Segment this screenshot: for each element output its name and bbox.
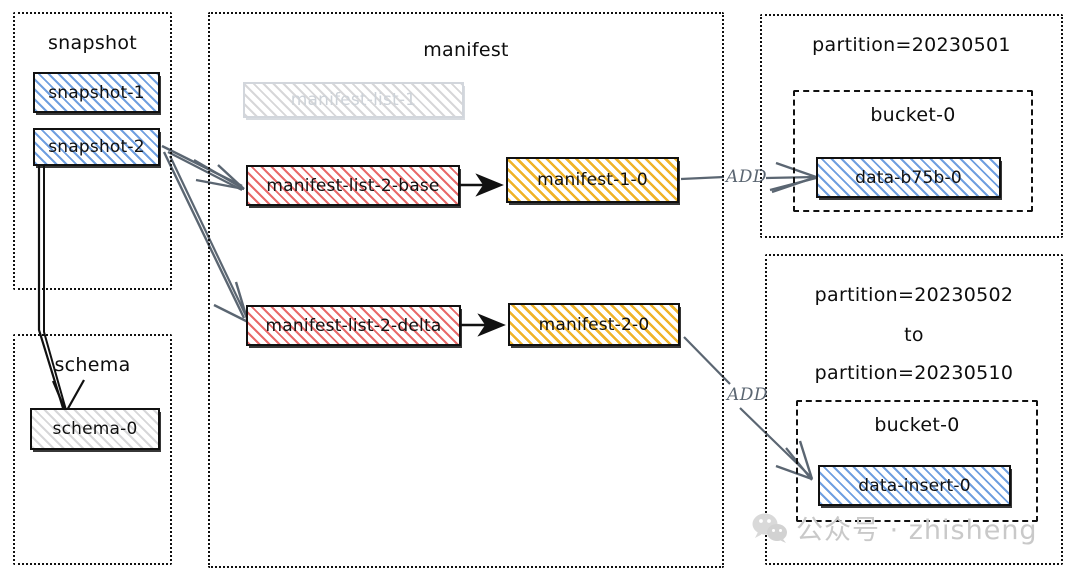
node-schema-0-label: schema-0 — [52, 419, 138, 439]
group-bucket-0-top-title: bucket-0 — [870, 104, 956, 126]
group-partition-2-title-line3: partition=20230510 — [814, 362, 1014, 384]
group-schema-title: schema — [54, 354, 131, 376]
node-manifest-list-1-label: manifest-list-1 — [290, 90, 417, 110]
wechat-icon — [752, 513, 787, 543]
node-snapshot-2-label: snapshot-2 — [48, 137, 145, 157]
watermark-text: 公众号 · zhisheng — [796, 515, 1038, 546]
group-bucket-0-bottom-title: bucket-0 — [874, 414, 960, 436]
edge-label-add-bottom: ADD — [727, 385, 769, 405]
node-manifest-list-2-base[interactable]: manifest-list-2-base — [246, 165, 460, 206]
group-manifest-title: manifest — [423, 39, 509, 61]
node-snapshot-1[interactable]: snapshot-1 — [33, 72, 160, 113]
node-manifest-list-2-base-label: manifest-list-2-base — [266, 175, 440, 196]
node-manifest-1-0-label: manifest-1-0 — [537, 170, 648, 190]
node-snapshot-2[interactable]: snapshot-2 — [33, 128, 160, 166]
watermark: 公众号 · zhisheng — [752, 508, 1038, 547]
node-manifest-list-2-delta[interactable]: manifest-list-2-delta — [246, 305, 461, 346]
diagram-canvas: snapshot snapshot-1 snapshot-2 schema sc… — [0, 0, 1080, 577]
node-manifest-list-2-delta-label: manifest-list-2-delta — [265, 315, 442, 336]
node-data-insert-0[interactable]: data-insert-0 — [818, 465, 1011, 506]
group-partition-2-title-line1: partition=20230502 — [814, 284, 1014, 306]
node-data-insert-0-label: data-insert-0 — [858, 475, 971, 496]
edge-label-add-top: ADD — [726, 167, 768, 187]
node-schema-0[interactable]: schema-0 — [30, 408, 160, 450]
node-data-b75b-0-label: data-b75b-0 — [855, 167, 962, 188]
node-manifest-2-0-label: manifest-2-0 — [538, 314, 650, 335]
node-manifest-1-0[interactable]: manifest-1-0 — [506, 157, 679, 203]
node-manifest-list-1[interactable]: manifest-list-1 — [243, 82, 464, 118]
group-snapshot-title: snapshot — [47, 32, 138, 54]
node-snapshot-1-label: snapshot-1 — [48, 82, 145, 103]
node-manifest-2-0[interactable]: manifest-2-0 — [508, 303, 680, 346]
group-partition-20230501-title: partition=20230501 — [812, 34, 1011, 56]
node-data-b75b-0[interactable]: data-b75b-0 — [816, 157, 1001, 198]
group-partition-2-title-line2: to — [904, 324, 924, 346]
